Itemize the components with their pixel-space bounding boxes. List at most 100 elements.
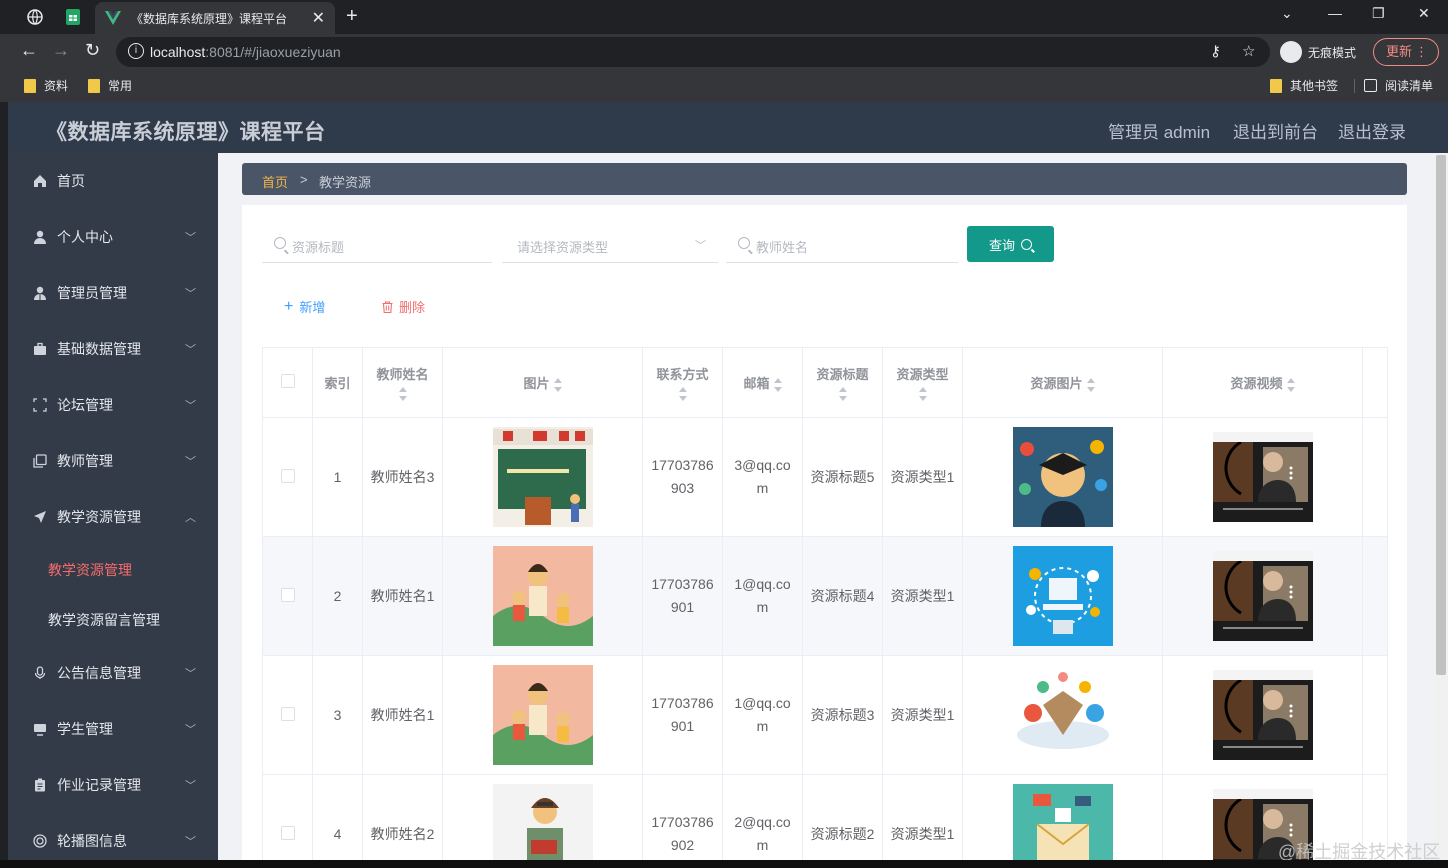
teacher-photo[interactable]	[492, 665, 593, 765]
sidebar-subitem-resource-management[interactable]: 教学资源管理	[8, 545, 218, 595]
row-checkbox[interactable]	[280, 825, 295, 840]
bookmark-folder[interactable]: 常用	[88, 77, 132, 94]
delete-button[interactable]: 删除	[382, 297, 425, 316]
incognito-indicator[interactable]: 无痕模式	[1280, 41, 1356, 63]
resource-type-select[interactable]: 请选择资源类型 ﹀	[502, 227, 718, 263]
restore-icon[interactable]: ❐	[1372, 5, 1385, 22]
forward-icon[interactable]: →	[52, 40, 70, 61]
teacher-name-input[interactable]: 教师姓名	[726, 227, 958, 263]
sidebar-item-teaching-resources[interactable]: 教学资源管理 ︿	[8, 489, 218, 545]
resource-image[interactable]	[1012, 546, 1113, 646]
back-icon[interactable]: ←	[20, 40, 38, 61]
sidebar-item-students[interactable]: 学生管理 ﹀	[8, 701, 218, 757]
sheets-icon[interactable]	[64, 8, 82, 26]
resource-video[interactable]	[1212, 670, 1313, 760]
select-all-checkbox[interactable]	[280, 374, 295, 388]
resource-video[interactable]	[1212, 432, 1313, 522]
sidebar-item-admin-management[interactable]: 管理员管理 ﹀	[8, 265, 218, 321]
scrollbar[interactable]	[1434, 153, 1448, 868]
type-cell: 资源类型1	[882, 655, 963, 775]
bookmarks-bar: 资料 常用 其他书签 阅读清单	[0, 70, 1448, 102]
phone-cell: 17703786903	[642, 417, 723, 537]
resource-image[interactable]	[1012, 427, 1113, 527]
bookmark-folder[interactable]: 资料	[24, 77, 68, 94]
app-header: 《数据库系统原理》课程平台 管理员 admin 退出到前台 退出登录	[8, 102, 1448, 153]
sort-icon[interactable]	[553, 377, 562, 392]
browser-tabbar: 《数据库系统原理》课程平台 ✕ + ⌄ — ❐ ✕	[0, 0, 1448, 34]
sort-icon[interactable]	[678, 387, 687, 401]
column-header[interactable]: 邮箱	[722, 347, 803, 418]
type-cell: 资源类型1	[882, 774, 963, 868]
sort-icon[interactable]	[773, 377, 782, 392]
reading-list[interactable]: 阅读清单	[1364, 77, 1433, 94]
sidebar-item-homework[interactable]: 作业记录管理 ﹀	[8, 757, 218, 813]
resource-type: 资源类型1	[890, 825, 955, 842]
sidebar-item-teacher[interactable]: 教师管理 ﹀	[8, 433, 218, 489]
address-bar[interactable]: i localhost:8081/#/jiaoxueziyuan ⚷ ☆	[116, 37, 1270, 67]
sidebar-subitem-resource-comments[interactable]: 教学资源留言管理	[8, 595, 218, 645]
row-checkbox[interactable]	[280, 587, 295, 602]
sidebar-item-home[interactable]: 首页	[8, 153, 218, 209]
table-row[interactable]: 2 教师姓名1 17703786901 1@qq.com 资源标题4 资源类型1	[262, 536, 1388, 656]
back-to-front-link[interactable]: 退出到前台	[1233, 118, 1318, 143]
sort-icon[interactable]	[838, 387, 847, 401]
column-header[interactable]: 联系方式	[642, 347, 723, 418]
sort-icon[interactable]	[918, 387, 927, 401]
resource-image[interactable]	[1012, 665, 1113, 765]
breadcrumb-home[interactable]: 首页	[262, 172, 288, 191]
teacher-name: 教师姓名2	[370, 825, 435, 842]
teacher-photo[interactable]	[492, 784, 593, 868]
sidebar-item-label: 教师管理	[57, 453, 113, 469]
resource-video-cell	[1162, 655, 1363, 775]
scrollbar-thumb[interactable]	[1436, 155, 1446, 675]
resource-type: 资源类型1	[890, 468, 955, 485]
globe-icon[interactable]	[26, 8, 44, 26]
minimize-icon[interactable]: —	[1328, 5, 1342, 21]
tab-search-icon[interactable]: ⌄	[1281, 5, 1293, 22]
reload-icon[interactable]: ↻	[85, 40, 100, 61]
update-button[interactable]: 更新 ⋮	[1373, 38, 1439, 66]
table-row[interactable]: 4 教师姓名2 17703786902 2@qq.com 资源标题2 资源类型1	[262, 774, 1388, 868]
column-header[interactable]: 资源标题	[802, 347, 883, 418]
column-header[interactable]: 图片	[442, 347, 643, 418]
info-icon[interactable]: i	[128, 43, 144, 59]
resource-title-input[interactable]: 资源标题	[262, 227, 492, 263]
resource-video[interactable]	[1212, 551, 1313, 641]
resource-title: 资源标题5	[810, 468, 875, 485]
logout-link[interactable]: 退出登录	[1338, 118, 1406, 143]
close-tab-icon[interactable]: ✕	[312, 8, 325, 28]
app-root: 《数据库系统原理》课程平台 管理员 admin 退出到前台 退出登录 首页 个人…	[8, 102, 1448, 868]
column-header[interactable]: 教师姓名	[362, 347, 443, 418]
column-header[interactable]: 资源类型	[882, 347, 963, 418]
sidebar-item-forum[interactable]: 论坛管理 ﹀	[8, 377, 218, 433]
resource-type: 资源类型1	[890, 587, 955, 604]
table-row[interactable]: 3 教师姓名1 17703786901 1@qq.com 资源标题3 资源类型1	[262, 655, 1388, 775]
column-header[interactable]: 资源图片	[962, 347, 1163, 418]
reading-list-label: 阅读清单	[1385, 79, 1434, 93]
sidebar-item-personal-center[interactable]: 个人中心 ﹀	[8, 209, 218, 265]
sidebar-subitem-label: 教学资源留言管理	[48, 612, 160, 628]
sidebar-item-basic-data[interactable]: 基础数据管理 ﹀	[8, 321, 218, 377]
sort-icon[interactable]	[1086, 377, 1095, 392]
sidebar-item-announcements[interactable]: 公告信息管理 ﹀	[8, 645, 218, 701]
row-checkbox[interactable]	[280, 706, 295, 721]
email: 1@qq.com	[734, 695, 791, 734]
table-row[interactable]: 1 教师姓名3 17703786903 3@qq.com 资源标题5 资源类型1	[262, 417, 1388, 537]
column-header[interactable]: 资源视频	[1162, 347, 1363, 418]
add-button[interactable]: + 新增	[284, 297, 325, 316]
resource-image[interactable]	[1012, 784, 1113, 868]
sort-icon[interactable]	[1286, 377, 1295, 392]
teacher-photo[interactable]	[492, 546, 593, 646]
monitor-icon	[32, 721, 48, 737]
star-icon[interactable]: ☆	[1242, 42, 1255, 60]
row-checkbox[interactable]	[280, 468, 295, 483]
other-bookmarks[interactable]: 其他书签	[1270, 77, 1338, 94]
new-tab-icon[interactable]: +	[346, 5, 358, 28]
query-button[interactable]: 查询	[967, 226, 1054, 262]
key-icon[interactable]: ⚷	[1210, 42, 1221, 60]
teacher-photo[interactable]	[492, 427, 593, 527]
tab-active[interactable]: 《数据库系统原理》课程平台 ✕	[95, 2, 335, 34]
window-close-icon[interactable]: ✕	[1418, 5, 1430, 22]
chevron-down-icon: ﹀	[185, 724, 196, 736]
sort-icon[interactable]	[398, 387, 407, 401]
